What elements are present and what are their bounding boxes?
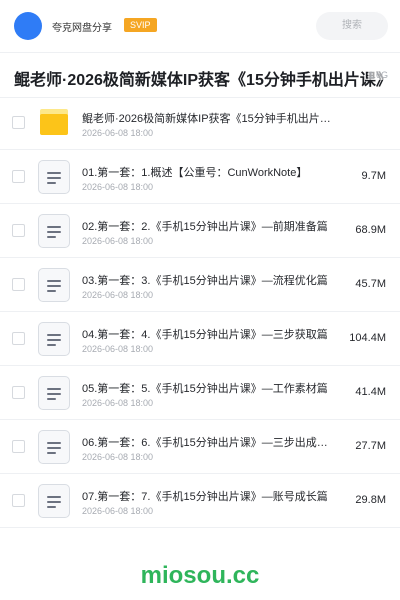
search-input[interactable]: 搜索 [316,12,388,40]
select-checkbox[interactable] [12,224,25,237]
document-icon [38,484,70,518]
watermark: miosou.cc [140,562,260,589]
title-bar: 鲲老师·2026极简新媒体IP获客《15分钟手机出片课》 1.6G [0,52,400,98]
file-size: 9.7M [361,170,386,182]
file-size: 68.9M [355,224,386,236]
file-date: 2026-06-08 18:00 [82,506,154,516]
list-item[interactable]: 04.第一套：4.《手机15分钟出片课》—三步获取篇 2026-06-08 18… [0,312,400,366]
document-icon [38,214,70,248]
document-icon [38,376,70,410]
file-name: 02.第一套：2.《手机15分钟出片课》—前期准备篇 [82,221,328,233]
file-size: 104.4M [349,332,386,344]
avatar[interactable] [14,12,42,40]
file-size: 29.8M [355,494,386,506]
file-name: 03.第一套：3.《手机15分钟出片课》—流程优化篇 [82,275,328,287]
folder-icon [40,109,68,135]
select-checkbox[interactable] [12,440,25,453]
document-icon [38,268,70,302]
file-date: 2026-06-08 18:00 [82,128,154,138]
document-icon [38,322,70,356]
list-item[interactable]: 01.第一套：1.概述【公重号：CunWorkNote】 2026-06-08 … [0,150,400,204]
file-size: 27.7M [355,440,386,452]
file-name: 04.第一套：4.《手机15分钟出片课》—三步获取篇 [82,329,328,341]
list-item[interactable]: 鲲老师·2026极简新媒体IP获客《15分钟手机出片课》 2026-06-08 … [0,96,400,150]
select-checkbox[interactable] [12,494,25,507]
file-name: 05.第一套：5.《手机15分钟出片课》—工作素材篇 [82,383,328,395]
select-checkbox[interactable] [12,170,25,183]
file-date: 2026-06-08 18:00 [82,236,154,246]
file-name: 06.第一套：6.《手机15分钟出片课》—三步出成片篇 [82,437,332,449]
page-title: 鲲老师·2026极简新媒体IP获客《15分钟手机出片课》 [14,72,392,89]
file-name: 07.第一套：7.《手机15分钟出片课》—账号成长篇 [82,491,328,503]
list-item[interactable]: 06.第一套：6.《手机15分钟出片课》—三步出成片篇 2026-06-08 1… [0,420,400,474]
file-list: 鲲老师·2026极简新媒体IP获客《15分钟手机出片课》 2026-06-08 … [0,96,400,528]
share-title: 夸克网盘分享 [52,23,112,34]
document-icon [38,160,70,194]
file-date: 2026-06-08 18:00 [82,182,154,192]
list-item[interactable]: 02.第一套：2.《手机15分钟出片课》—前期准备篇 2026-06-08 18… [0,204,400,258]
file-name: 01.第一套：1.概述【公重号：CunWorkNote】 [82,167,308,179]
select-checkbox[interactable] [12,278,25,291]
select-checkbox[interactable] [12,116,25,129]
app-header: 夸克网盘分享 SVIP 搜索 [0,0,400,52]
select-checkbox[interactable] [12,332,25,345]
total-size: 1.6G [368,70,388,80]
file-date: 2026-06-08 18:00 [82,452,154,462]
list-item[interactable]: 07.第一套：7.《手机15分钟出片课》—账号成长篇 2026-06-08 18… [0,474,400,528]
select-checkbox[interactable] [12,386,25,399]
svip-badge: SVIP [124,18,157,32]
list-item[interactable]: 05.第一套：5.《手机15分钟出片课》—工作素材篇 2026-06-08 18… [0,366,400,420]
file-date: 2026-06-08 18:00 [82,290,154,300]
file-size: 45.7M [355,278,386,290]
file-size: 41.4M [355,386,386,398]
file-date: 2026-06-08 18:00 [82,344,154,354]
file-name: 鲲老师·2026极简新媒体IP获客《15分钟手机出片课》 [82,113,332,125]
document-icon [38,430,70,464]
list-item[interactable]: 03.第一套：3.《手机15分钟出片课》—流程优化篇 2026-06-08 18… [0,258,400,312]
file-date: 2026-06-08 18:00 [82,398,154,408]
